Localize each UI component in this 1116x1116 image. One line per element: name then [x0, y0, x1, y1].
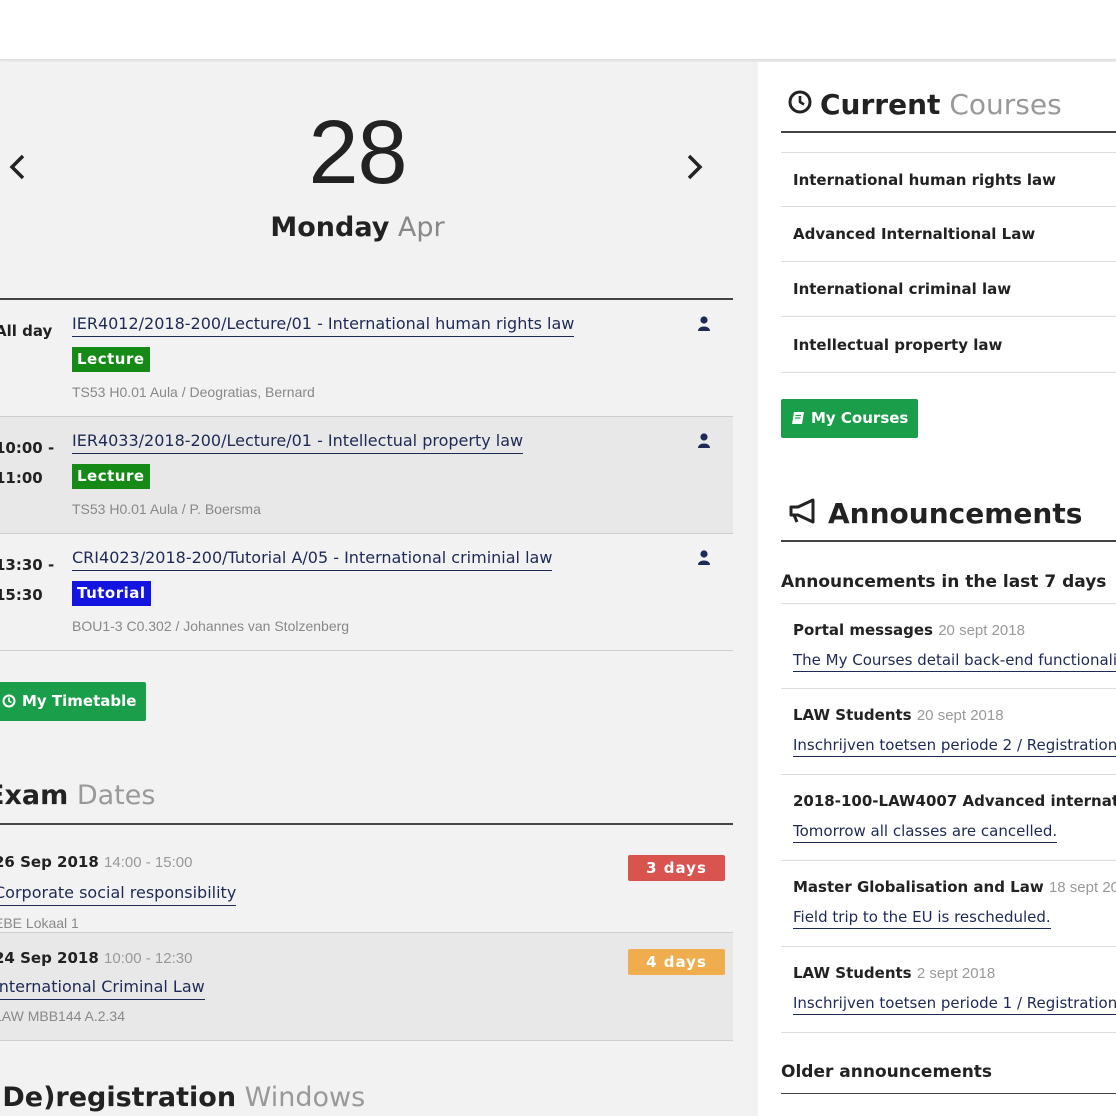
event-time: All day [0, 322, 53, 340]
my-timetable-button[interactable]: My Timetable [0, 682, 147, 723]
event-title-link[interactable]: IER4012/2018-200/Lecture/01 - Internatio… [72, 314, 575, 337]
exam-list: 26 Sep 2018 14:00 - 15:00 Corporate soci… [0, 823, 733, 1041]
previous-day-icon[interactable] [6, 150, 28, 190]
announcement-source: LAW Students 2 sept 2018 [793, 964, 995, 982]
exam-row: 26 Sep 2018 14:00 - 15:00 Corporate soci… [0, 825, 733, 933]
event-location: TS53 H0.01 Aula / P. Boersma [72, 501, 261, 517]
heading-bold: Exam [0, 780, 69, 811]
source-name: 2018-100-LAW4007 Advanced international [793, 792, 1116, 810]
announcement-link[interactable]: Tomorrow all classes are cancelled. [793, 821, 1058, 843]
person-icon [698, 316, 710, 331]
announcement-date: 20 sept 2018 [938, 622, 1025, 639]
divider [781, 1093, 1116, 1094]
announcement-item: Master Globalisation and Law 18 sept 201… [781, 861, 1116, 947]
exam-room: EBE Lokaal 1 [0, 915, 79, 931]
my-courses-label: My Courses [811, 409, 909, 427]
current-courses-heading: Current Courses [788, 88, 1062, 121]
book-icon [791, 401, 805, 440]
recent-announcements-label: Announcements in the last 7 days [781, 572, 1107, 592]
heading-bold: Announcements [828, 497, 1083, 530]
heading-light: Dates [76, 780, 156, 811]
event-title-link[interactable]: IER4033/2018-200/Lecture/01 - Intellectu… [72, 431, 524, 454]
days-badge: 4 days [628, 949, 725, 975]
day-number: 28 [308, 103, 407, 203]
exam-date: 26 Sep 2018 14:00 - 15:00 [0, 853, 192, 871]
event-time: 13:30 - 15:30 [0, 556, 55, 604]
course-item[interactable]: Intellectual property law [781, 318, 1116, 373]
my-timetable-label: My Timetable [22, 692, 137, 710]
announcement-date: 18 sept 2018 [1048, 879, 1116, 896]
next-day-icon[interactable] [684, 150, 706, 190]
announcement-source: LAW Students 20 sept 2018 [793, 706, 1004, 724]
exam-course-link[interactable]: Corporate social responsibility [0, 883, 237, 906]
announcement-link[interactable]: Inschrijven toetsen periode 2 / Registra… [793, 735, 1116, 757]
my-courses-button[interactable]: My Courses [781, 399, 919, 440]
days-badge: 3 days [628, 855, 725, 881]
exam-date: 24 Sep 2018 10:00 - 12:30 [0, 949, 192, 967]
announcement-source: Master Globalisation and Law 18 sept 201… [793, 878, 1116, 896]
timetable-list: All day IER4012/2018-200/Lecture/01 - In… [0, 298, 733, 651]
event-title-link[interactable]: CRI4023/2018-200/Tutorial A/05 - Interna… [72, 548, 553, 571]
announcement-date: 2 sept 2018 [916, 965, 996, 982]
timetable-row: All day IER4012/2018-200/Lecture/01 - In… [0, 300, 733, 417]
clock-icon [2, 684, 16, 723]
exam-time: 10:00 - 12:30 [104, 950, 193, 967]
heading-light: Courses [949, 88, 1062, 121]
course-item[interactable]: International human rights law [781, 152, 1116, 207]
person-icon [698, 433, 710, 448]
top-bar [0, 0, 1116, 60]
announcement-item: LAW Students 20 sept 2018 Inschrijven to… [781, 689, 1116, 775]
announcement-item: 2018-100-LAW4007 Advanced international … [781, 775, 1116, 861]
source-name: LAW Students [793, 706, 912, 724]
announcement-source: Portal messages 20 sept 2018 [793, 621, 1025, 639]
event-type-badge: Lecture [72, 347, 150, 372]
exam-dates-heading: Exam Dates [0, 780, 155, 811]
exam-row: 24 Sep 2018 10:00 - 12:30 International … [0, 933, 733, 1041]
day-label: Monday Apr [230, 212, 485, 243]
person-icon [698, 550, 710, 565]
timetable-row: 13:30 - 15:30 CRI4023/2018-200/Tutorial … [0, 534, 733, 651]
exam-course-link[interactable]: International Criminal Law [0, 977, 205, 1000]
exam-time: 14:00 - 15:00 [104, 854, 193, 871]
divider [781, 131, 1116, 133]
divider [781, 540, 1116, 542]
older-announcements-label[interactable]: Older announcements [781, 1062, 992, 1082]
course-item[interactable]: International criminal law [781, 262, 1116, 317]
clock-icon [788, 88, 812, 121]
exam-date-value: 24 Sep 2018 [0, 949, 99, 967]
timetable-row: 10:00 - 11:00 IER4033/2018-200/Lecture/0… [0, 417, 733, 534]
month: Apr [397, 212, 445, 243]
exam-date-value: 26 Sep 2018 [0, 853, 99, 871]
event-location: TS53 H0.01 Aula / Deogratias, Bernard [72, 384, 315, 400]
deregistration-heading: (De)registration Windows [0, 1082, 365, 1113]
announcement-source: 2018-100-LAW4007 Advanced international [793, 792, 1116, 810]
source-name: Master Globalisation and Law [793, 878, 1044, 896]
announcement-date: 20 sept 2018 [916, 707, 1004, 724]
heading-bold: Current [820, 88, 941, 121]
announcement-item: Portal messages 20 sept 2018 The My Cour… [781, 603, 1116, 689]
heading-light: Windows [244, 1082, 366, 1113]
megaphone-icon [788, 498, 818, 531]
event-type-badge: Lecture [72, 464, 150, 489]
announcements-heading: Announcements [788, 497, 1082, 531]
weekday: Monday [270, 212, 390, 243]
exam-room: LAW MBB144 A.2.34 [0, 1008, 125, 1024]
event-time: 10:00 - 11:00 [0, 439, 55, 487]
source-name: Portal messages [793, 621, 933, 639]
announcement-link[interactable]: The My Courses detail back-end functiona… [793, 650, 1116, 672]
source-name: LAW Students [793, 964, 912, 982]
event-type-badge: Tutorial [72, 581, 151, 606]
event-location: BOU1-3 C0.302 / Johannes van Stolzenberg [72, 618, 350, 634]
heading-bold: (De)registration [0, 1082, 237, 1113]
course-item[interactable]: Advanced Internaltional Law [781, 207, 1116, 262]
announcement-link[interactable]: Field trip to the EU is rescheduled. [793, 907, 1051, 929]
announcement-link[interactable]: Inschrijven toetsen periode 1 / Registra… [793, 993, 1116, 1015]
announcement-item: LAW Students 2 sept 2018 Inschrijven toe… [781, 947, 1116, 1033]
